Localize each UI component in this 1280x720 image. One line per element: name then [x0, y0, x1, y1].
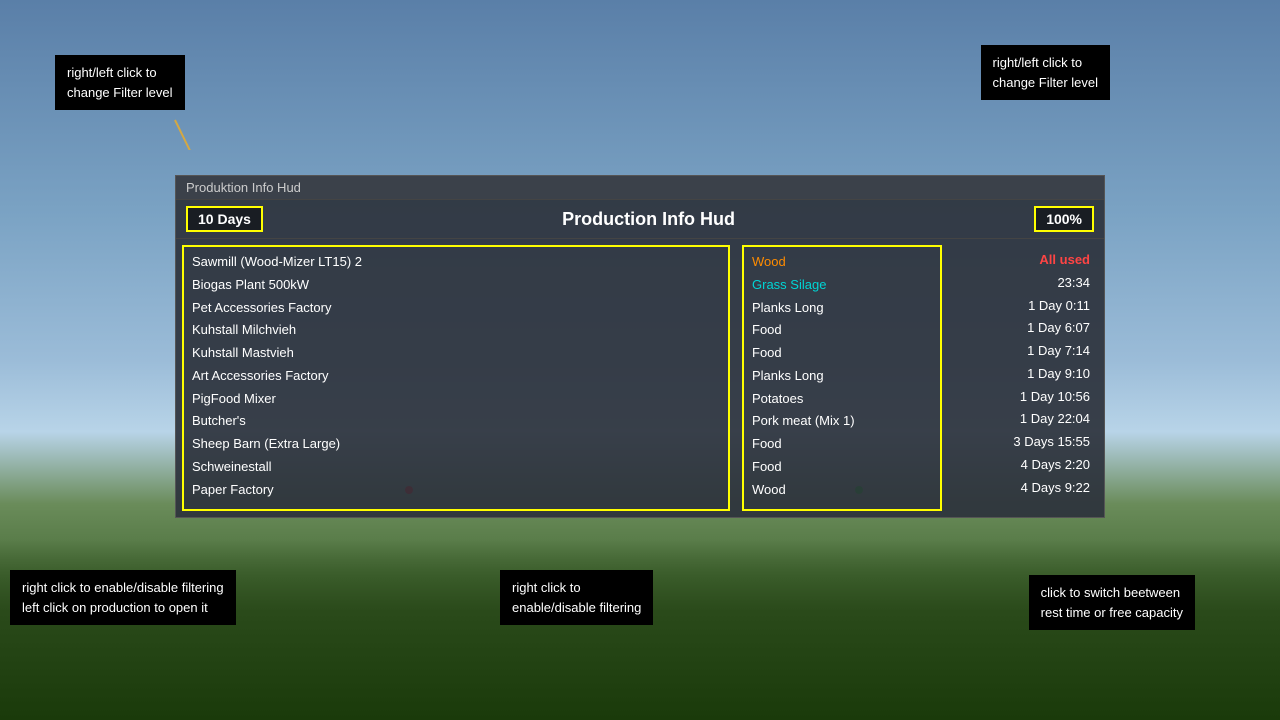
- hud-body: Sawmill (Wood-Mizer LT15) 2 Biogas Plant…: [176, 239, 1104, 517]
- time-item: 4 Days 9:22: [956, 477, 1090, 500]
- tooltip-bottom-center: right click toenable/disable filtering: [500, 570, 653, 625]
- tooltip-top-left: right/left click tochange Filter level: [55, 55, 185, 110]
- output-item: Wood: [752, 479, 932, 502]
- output-item: Planks Long: [752, 365, 932, 388]
- tooltip-bottom-right-text: click to switch beetweenrest time or fre…: [1041, 585, 1183, 620]
- tooltip-top-right-text: right/left click tochange Filter level: [993, 55, 1099, 90]
- output-item: Grass Silage: [752, 274, 932, 297]
- time-item: 3 Days 15:55: [956, 431, 1090, 454]
- production-item[interactable]: Kuhstall Milchvieh: [192, 319, 720, 342]
- production-item[interactable]: Art Accessories Factory: [192, 365, 720, 388]
- filter-days-badge[interactable]: 10 Days: [186, 206, 263, 232]
- output-item: Pork meat (Mix 1): [752, 410, 932, 433]
- output-item: Food: [752, 456, 932, 479]
- production-item[interactable]: Pet Accessories Factory: [192, 297, 720, 320]
- times-header[interactable]: All used: [956, 249, 1090, 272]
- time-item: 1 Day 22:04: [956, 408, 1090, 431]
- hud-container: Produktion Info Hud 10 Days Production I…: [175, 175, 1105, 518]
- production-item[interactable]: Schweinestall: [192, 456, 720, 479]
- outputs-column[interactable]: Wood Grass Silage Planks Long Food Food …: [742, 245, 942, 511]
- output-item: Wood: [752, 251, 932, 274]
- hud-header: 10 Days Production Info Hud 100%: [176, 200, 1104, 239]
- output-item: Food: [752, 319, 932, 342]
- time-item: 1 Day 10:56: [956, 386, 1090, 409]
- filter-percent-badge[interactable]: 100%: [1034, 206, 1094, 232]
- time-item: 1 Day 7:14: [956, 340, 1090, 363]
- times-column[interactable]: All used 23:34 1 Day 0:11 1 Day 6:07 1 D…: [948, 245, 1098, 511]
- production-item[interactable]: Butcher's: [192, 410, 720, 433]
- time-item: 1 Day 0:11: [956, 295, 1090, 318]
- production-item[interactable]: Paper Factory: [192, 479, 720, 502]
- tooltip-bottom-left: right click to enable/disable filteringl…: [10, 570, 236, 625]
- time-item: 1 Day 9:10: [956, 363, 1090, 386]
- hud-title-bar-text: Produktion Info Hud: [186, 180, 301, 195]
- time-item: 1 Day 6:07: [956, 317, 1090, 340]
- productions-column[interactable]: Sawmill (Wood-Mizer LT15) 2 Biogas Plant…: [182, 245, 730, 511]
- trees-silhouette: [0, 540, 1280, 720]
- hud-main-title: Production Info Hud: [562, 209, 735, 230]
- tooltip-bottom-right: click to switch beetweenrest time or fre…: [1029, 575, 1195, 630]
- output-item: Food: [752, 342, 932, 365]
- hud-title-bar: Produktion Info Hud: [176, 176, 1104, 200]
- output-item: Planks Long: [752, 297, 932, 320]
- time-item: 23:34: [956, 272, 1090, 295]
- tooltip-bottom-center-text: right click toenable/disable filtering: [512, 580, 641, 615]
- tooltip-bottom-left-text: right click to enable/disable filteringl…: [22, 580, 224, 615]
- production-item[interactable]: Sawmill (Wood-Mizer LT15) 2: [192, 251, 720, 274]
- production-item[interactable]: PigFood Mixer: [192, 388, 720, 411]
- output-item: Food: [752, 433, 932, 456]
- tooltip-top-left-text: right/left click tochange Filter level: [67, 65, 173, 100]
- time-item: 4 Days 2:20: [956, 454, 1090, 477]
- production-item[interactable]: Kuhstall Mastvieh: [192, 342, 720, 365]
- production-item[interactable]: Sheep Barn (Extra Large): [192, 433, 720, 456]
- output-item: Potatoes: [752, 388, 932, 411]
- tooltip-top-right: right/left click tochange Filter level: [981, 45, 1111, 100]
- production-item[interactable]: Biogas Plant 500kW: [192, 274, 720, 297]
